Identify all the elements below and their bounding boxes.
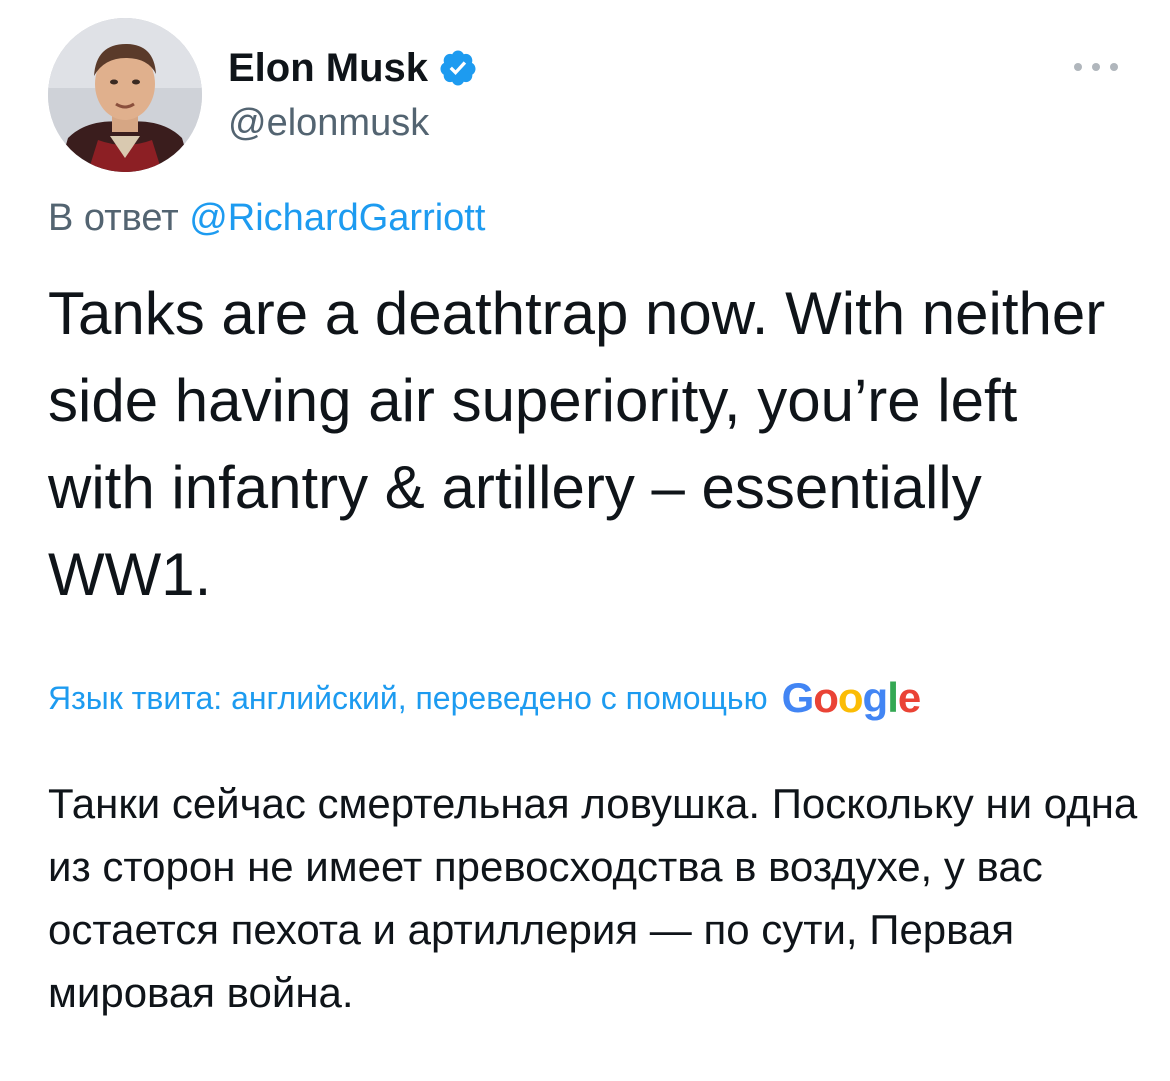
translation-label[interactable]: Язык твита: английский, переведено с пом… — [48, 676, 768, 720]
author-name-row[interactable]: Elon Musk — [228, 44, 478, 92]
reply-prefix: В ответ — [48, 197, 179, 239]
author-avatar[interactable] — [48, 18, 202, 172]
more-options-icon — [1074, 63, 1118, 71]
tweet-text: Tanks are a deathtrap now. With neither … — [48, 280, 1106, 608]
reply-context: В ответ @RichardGarriott — [48, 195, 485, 241]
translated-tweet-text: Танки сейчас смертельная ловушка. Поскол… — [48, 780, 1138, 1016]
verified-badge-icon — [438, 48, 478, 88]
more-options-button[interactable] — [1068, 52, 1124, 82]
avatar-image — [48, 18, 202, 172]
author-name[interactable]: Elon Musk — [228, 44, 428, 92]
google-logo: Google — [781, 674, 922, 721]
reply-mention-link[interactable]: @RichardGarriott — [189, 197, 485, 239]
author-handle[interactable]: @elonmusk — [228, 100, 429, 146]
translation-attribution[interactable]: Язык твита: английский, переведено с пом… — [48, 674, 922, 721]
